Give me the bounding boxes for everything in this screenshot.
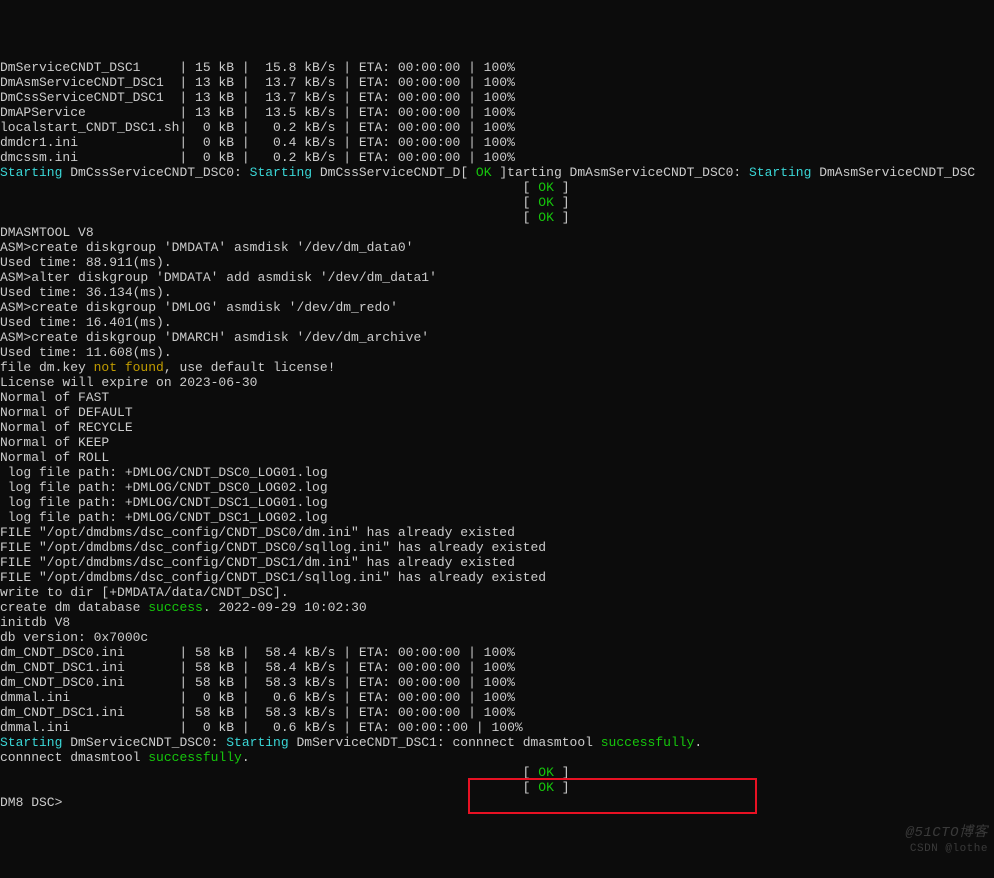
terminal-line: FILE "/opt/dmdbms/dsc_config/CNDT_DSC0/s… [0,540,994,555]
terminal-line: dm_CNDT_DSC0.ini | 58 kB | 58.4 kB/s | E… [0,645,994,660]
terminal-line: localstart_CNDT_DSC1.sh| 0 kB | 0.2 kB/s… [0,120,994,135]
terminal-line: log file path: +DMLOG/CNDT_DSC0_LOG01.lo… [0,465,994,480]
terminal-line: License will expire on 2023-06-30 [0,375,994,390]
terminal-line: DM8 DSC> [0,795,994,810]
terminal-line: FILE "/opt/dmdbms/dsc_config/CNDT_DSC1/s… [0,570,994,585]
terminal-line: Used time: 36.134(ms). [0,285,994,300]
terminal-line: ASM>create diskgroup 'DMDATA' asmdisk '/… [0,240,994,255]
terminal-line: log file path: +DMLOG/CNDT_DSC1_LOG02.lo… [0,510,994,525]
terminal-line: Normal of FAST [0,390,994,405]
terminal-line: connnect dmasmtool successfully. [0,750,994,765]
terminal-line: log file path: +DMLOG/CNDT_DSC0_LOG02.lo… [0,480,994,495]
terminal-line: FILE "/opt/dmdbms/dsc_config/CNDT_DSC1/d… [0,555,994,570]
terminal-line: Used time: 11.608(ms). [0,345,994,360]
terminal-line: DmAsmServiceCNDT_DSC1 | 13 kB | 13.7 kB/… [0,75,994,90]
terminal-line: Normal of DEFAULT [0,405,994,420]
terminal-line: ASM>create diskgroup 'DMARCH' asmdisk '/… [0,330,994,345]
terminal-line: db version: 0x7000c [0,630,994,645]
terminal-line: [ OK ] [0,180,994,195]
terminal-line: Starting DmCssServiceCNDT_DSC0: Starting… [0,165,994,180]
terminal-line: log file path: +DMLOG/CNDT_DSC1_LOG01.lo… [0,495,994,510]
terminal-line: [ OK ] [0,195,994,210]
terminal-line: dm_CNDT_DSC1.ini | 58 kB | 58.4 kB/s | E… [0,660,994,675]
terminal-line: ASM>alter diskgroup 'DMDATA' add asmdisk… [0,270,994,285]
terminal-line: Normal of KEEP [0,435,994,450]
terminal-line: dmmal.ini | 0 kB | 0.6 kB/s | ETA: 00:00… [0,690,994,705]
terminal-line: Normal of ROLL [0,450,994,465]
terminal-line: dm_CNDT_DSC1.ini | 58 kB | 58.3 kB/s | E… [0,705,994,720]
terminal-line: write to dir [+DMDATA/data/CNDT_DSC]. [0,585,994,600]
terminal-line: [ OK ] [0,765,994,780]
terminal-line: Used time: 88.911(ms). [0,255,994,270]
terminal-line: [ OK ] [0,780,994,795]
terminal-line: DmCssServiceCNDT_DSC1 | 13 kB | 13.7 kB/… [0,90,994,105]
terminal-line: dmmal.ini | 0 kB | 0.6 kB/s | ETA: 00:00… [0,720,994,735]
terminal-line: ASM>create diskgroup 'DMLOG' asmdisk '/d… [0,300,994,315]
terminal-line: Starting DmServiceCNDT_DSC0: Starting Dm… [0,735,994,750]
terminal-output[interactable]: DmServiceCNDT_DSC1 | 15 kB | 15.8 kB/s |… [0,60,994,810]
terminal-line: DMASMTOOL V8 [0,225,994,240]
watermark-csdn: CSDN @lothe [910,842,988,857]
terminal-line: initdb V8 [0,615,994,630]
terminal-line: file dm.key not found, use default licen… [0,360,994,375]
terminal-line: [ OK ] [0,210,994,225]
terminal-line: create dm database success. 2022-09-29 1… [0,600,994,615]
terminal-line: DmServiceCNDT_DSC1 | 15 kB | 15.8 kB/s |… [0,60,994,75]
terminal-line: Normal of RECYCLE [0,420,994,435]
terminal-line: dmcssm.ini | 0 kB | 0.2 kB/s | ETA: 00:0… [0,150,994,165]
terminal-line: FILE "/opt/dmdbms/dsc_config/CNDT_DSC0/d… [0,525,994,540]
terminal-line: DmAPService | 13 kB | 13.5 kB/s | ETA: 0… [0,105,994,120]
terminal-line: Used time: 16.401(ms). [0,315,994,330]
terminal-line: dm_CNDT_DSC0.ini | 58 kB | 58.3 kB/s | E… [0,675,994,690]
watermark-51cto: @51CTO博客 [906,826,988,841]
terminal-line: dmdcr1.ini | 0 kB | 0.4 kB/s | ETA: 00:0… [0,135,994,150]
